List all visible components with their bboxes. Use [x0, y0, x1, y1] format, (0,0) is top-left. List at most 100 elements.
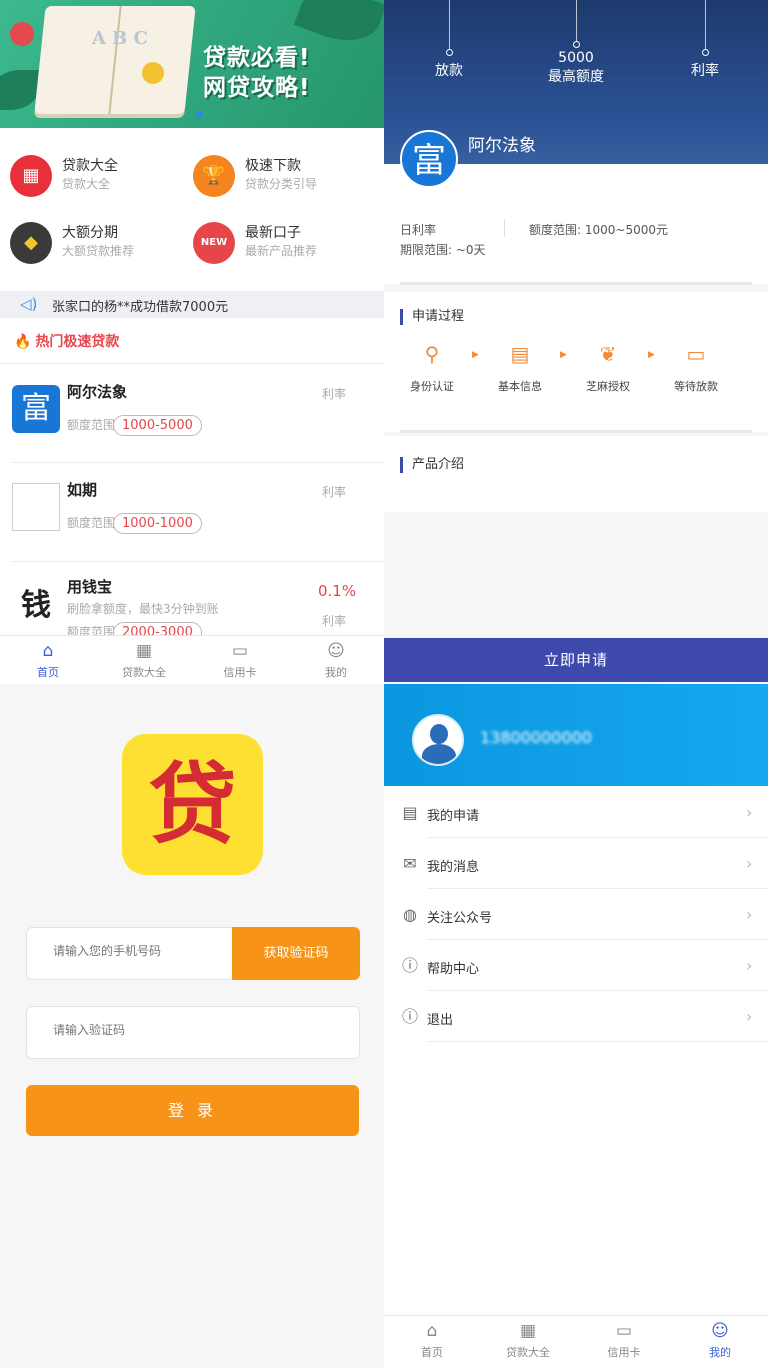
tab-home[interactable]: ⌂ 首页 [384, 1316, 480, 1365]
step-identity: ⚲ 身份认证 [392, 340, 472, 394]
step-waiting: ▭ 等待放款 [656, 340, 736, 394]
product-card[interactable]: 富 阿尔法象 额度范围 1000-5000 利率 [0, 365, 384, 463]
person-illustration [142, 62, 164, 84]
tab-mine[interactable]: ☺ 我的 [288, 636, 384, 684]
home-icon: ⌂ [42, 641, 54, 661]
menu-logout[interactable]: ⓘ 退出 › [384, 991, 768, 1042]
category-loans-all[interactable]: ▦ 贷款大全 贷款大全 [0, 147, 180, 207]
tab-mine[interactable]: ☺ 我的 [672, 1316, 768, 1365]
hot-title-text: 热门极速贷款 [35, 334, 120, 350]
product-logo-placeholder [12, 483, 60, 531]
chevron-right-icon: › [746, 803, 753, 822]
category-title: 极速下款 [245, 158, 301, 174]
card-icon: ▭ [231, 641, 249, 661]
menu-my-messages[interactable]: ✉ 我的消息 › [384, 838, 768, 889]
divider [400, 430, 752, 433]
login-button[interactable]: 登 录 [26, 1085, 359, 1136]
rate-label: 利率 [322, 387, 347, 401]
mail-icon: ✉ [403, 854, 417, 873]
grid-icon: ▦ [135, 641, 153, 661]
code-field[interactable] [26, 1006, 360, 1059]
hanging-line [704, 0, 706, 50]
hanging-line [448, 0, 450, 50]
person-illustration [10, 22, 34, 46]
divider [427, 1041, 768, 1042]
avatar[interactable] [412, 714, 464, 766]
stat-label: 最高额度 [548, 69, 604, 85]
tab-loans[interactable]: ▦ 贷款大全 [480, 1316, 576, 1365]
arrow-icon: ▶ [648, 350, 655, 360]
step-label: 芝麻授权 [586, 380, 630, 393]
range-pill: 1000-5000 [113, 415, 202, 436]
tab-label: 我的 [325, 666, 347, 679]
id-card-icon: ▤ [510, 342, 530, 366]
flame-icon: 🔥 [14, 334, 32, 350]
product-subtitle: 刷脸拿额度，最快3分钟到账 [67, 602, 219, 616]
divider [0, 363, 384, 364]
help-icon: ⓘ [401, 956, 418, 975]
banner-title-line1: 贷款必看! [203, 45, 311, 71]
arrow-icon: ▶ [472, 350, 479, 360]
promo-banner[interactable]: ABC 贷款必看! 网贷攻略! [0, 0, 384, 128]
tab-label: 我的 [709, 1346, 731, 1359]
tab-label: 贷款大全 [122, 666, 166, 679]
stat-label: 放款 [435, 63, 463, 79]
tab-credit-card[interactable]: ▭ 信用卡 [192, 636, 288, 684]
menu-label: 我的申请 [427, 809, 480, 824]
step-sesame-auth: ❦ 芝麻授权 [568, 340, 648, 394]
category-subtitle: 最新产品推荐 [245, 244, 318, 258]
category-subtitle: 大额贷款推荐 [62, 244, 135, 258]
book-text: ABC [92, 28, 154, 49]
notice-bar[interactable]: ◁) 张家口的杨**成功借款7000元 [0, 291, 384, 318]
rate-value: 0.1% [318, 582, 357, 600]
product-detail-screen: 放款 5000 最高额度 利率 富 阿尔法象 日利率 额度范围: 1000~500… [384, 0, 768, 684]
info-icon: ⓘ [401, 1007, 418, 1026]
avatar-body [422, 744, 456, 764]
category-large-installment[interactable]: ◆ 大额分期 大额贷款推荐 [0, 214, 180, 274]
category-title: 大额分期 [62, 225, 118, 241]
tab-loans[interactable]: ▦ 贷款大全 [96, 636, 192, 684]
product-card[interactable]: 如期 额度范围 1000-1000 利率 [0, 463, 384, 561]
tab-label: 信用卡 [223, 666, 257, 679]
login-screen: 贷 获取验证码 登 录 [0, 684, 384, 1368]
code-input[interactable] [53, 1023, 233, 1037]
menu-follow-account[interactable]: ◍ 关注公众号 › [384, 889, 768, 940]
hot-section-title: 🔥 热门极速贷款 [14, 331, 119, 351]
notice-text: 张家口的杨**成功借款7000元 [52, 300, 229, 315]
card-icon: ▭ [615, 1321, 633, 1341]
user-icon: ☺ [711, 1321, 729, 1341]
category-newest[interactable]: NEW 最新口子 最新产品推荐 [183, 214, 363, 274]
product-name: 阿尔法象 [468, 136, 536, 156]
tab-home[interactable]: ⌂ 首页 [0, 636, 96, 684]
product-name: 如期 [67, 481, 98, 499]
stat-label: 利率 [691, 63, 719, 79]
product-name: 阿尔法象 [67, 383, 128, 401]
book-illustration [34, 6, 196, 114]
carousel-indicator[interactable] [196, 111, 203, 118]
diamond-icon: ◆ [10, 222, 52, 264]
stat-max-amount: 5000 最高额度 [534, 0, 618, 86]
tab-label: 首页 [421, 1346, 443, 1359]
range-label: 额度范围 [67, 516, 116, 530]
get-code-button[interactable]: 获取验证码 [232, 927, 360, 980]
menu-my-applications[interactable]: ▤ 我的申请 › [384, 787, 768, 838]
person-check-icon: ⚲ [424, 342, 440, 366]
process-title: 申请过程 [400, 309, 464, 325]
phone-input[interactable] [53, 944, 233, 958]
grid-icon: ▦ [519, 1321, 537, 1341]
category-fast-loan[interactable]: 🏆 极速下款 贷款分类引导 [183, 147, 363, 207]
tab-credit-card[interactable]: ▭ 信用卡 [576, 1316, 672, 1365]
chevron-right-icon: › [746, 905, 753, 924]
product-logo: 富 [400, 130, 458, 188]
wechat-icon: ◍ [403, 905, 417, 924]
amount-range: 额度范围: 1000~5000元 [529, 223, 668, 237]
home-screen: ABC 贷款必看! 网贷攻略! ▦ 贷款大全 贷款大全 🏆 极速下款 贷款分类引… [0, 0, 384, 684]
leaf-decoration [0, 70, 40, 110]
step-label: 基本信息 [498, 380, 542, 393]
category-title: 贷款大全 [62, 158, 118, 174]
new-badge-icon: NEW [193, 222, 235, 264]
intro-panel [384, 436, 768, 512]
stat-value: 5000 [558, 50, 594, 66]
apply-button[interactable]: 立即申请 [384, 638, 768, 682]
menu-help-center[interactable]: ⓘ 帮助中心 › [384, 940, 768, 991]
